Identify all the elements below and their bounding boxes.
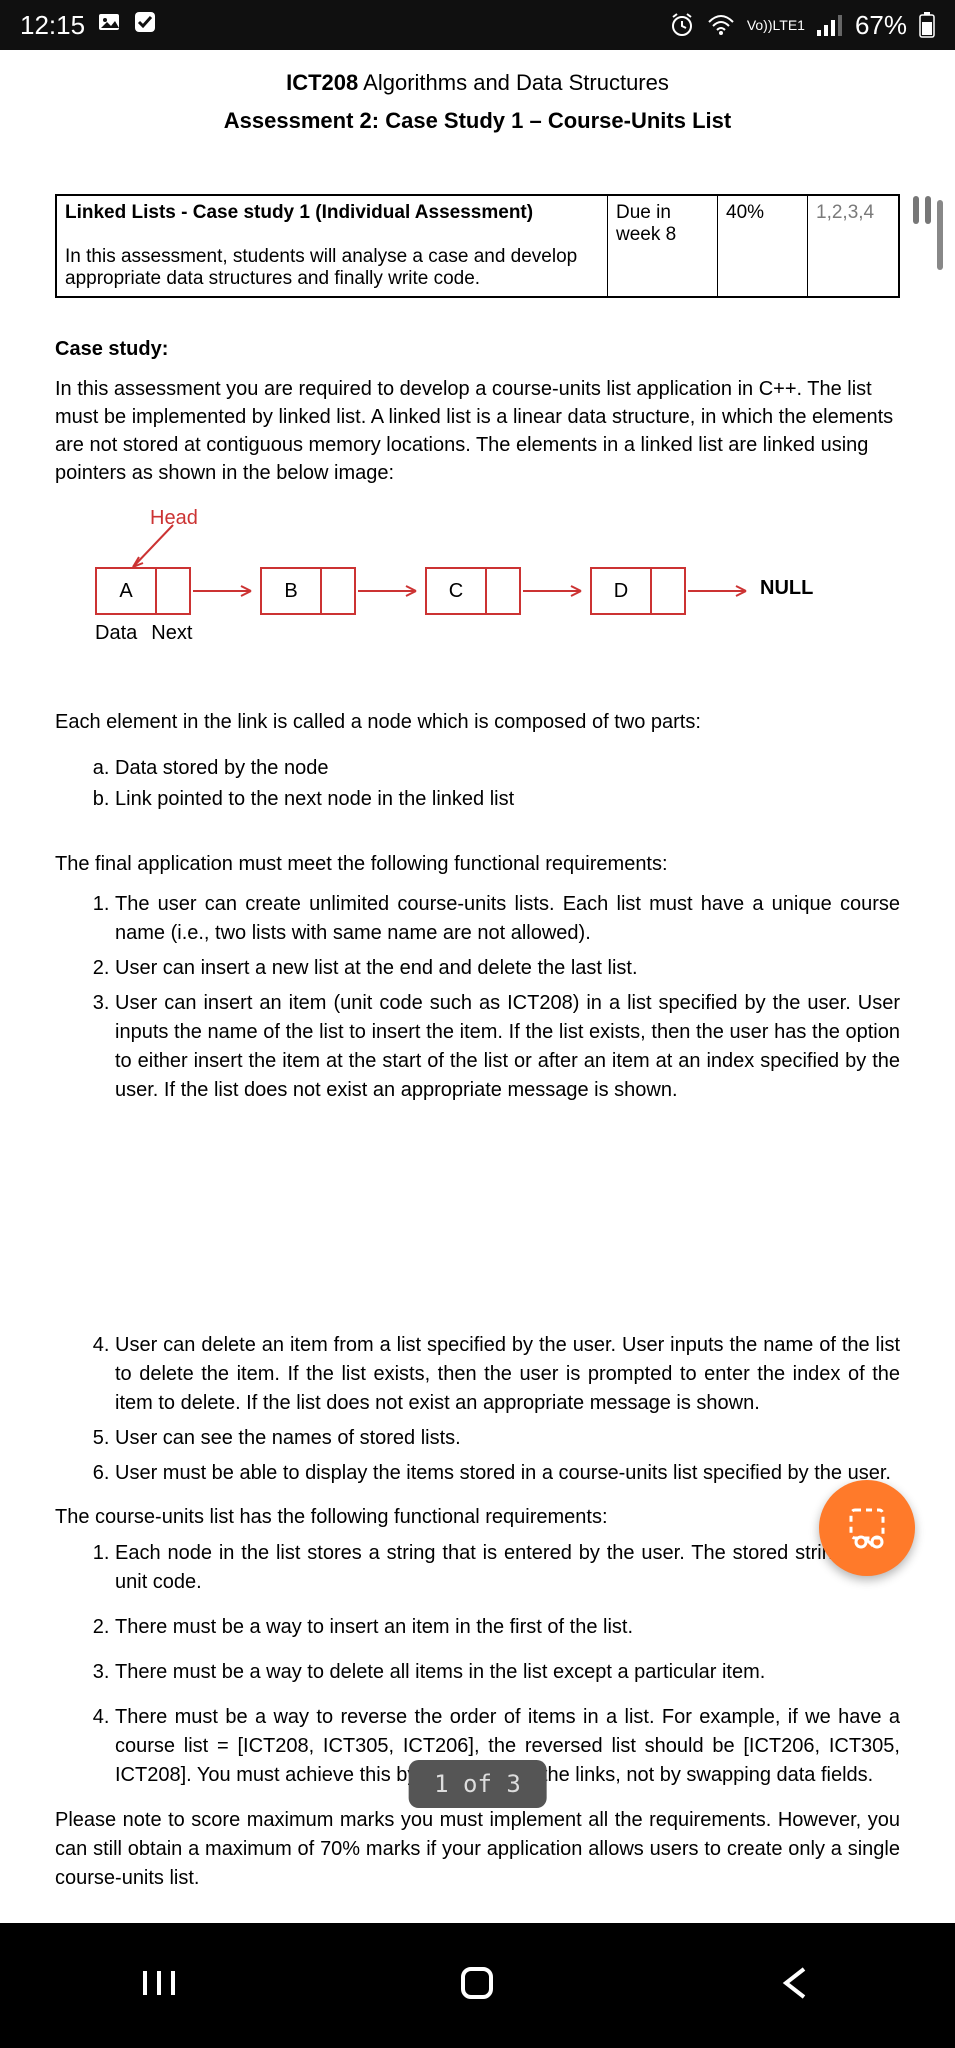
wifi-icon — [707, 14, 735, 36]
list-item: Each node in the list stores a string th… — [115, 1539, 900, 1597]
list-item: Data stored by the node — [115, 753, 900, 784]
assess-cell-weight: 40% — [718, 196, 808, 296]
ll-null-label: NULL — [760, 577, 813, 600]
back-button[interactable] — [776, 1963, 816, 2008]
android-nav-bar — [0, 1923, 955, 2048]
list-item: User can see the names of stored lists. — [115, 1424, 900, 1453]
list-item: User can delete an item from a list spec… — [115, 1331, 900, 1418]
ll-node: B — [260, 567, 356, 615]
clock: 12:15 — [20, 10, 85, 41]
final-note: Please note to score maximum marks you m… — [55, 1806, 900, 1893]
requirements-list: The user can create unlimited course-uni… — [55, 890, 900, 1105]
battery-icon — [919, 12, 935, 38]
alarm-icon — [669, 12, 695, 38]
assess-cell-due: Due in week 8 — [608, 196, 718, 296]
requirements-list-cont: User can delete an item from a list spec… — [55, 1331, 900, 1488]
home-button[interactable] — [457, 1963, 497, 2008]
case-study-text: In this assessment you are required to d… — [55, 375, 900, 487]
assessment-table: Linked Lists - Case study 1 (Individual … — [55, 194, 900, 298]
page-indicator: 1 of 3 — [408, 1760, 547, 1808]
checkbox-icon — [133, 10, 157, 41]
sublist-requirements: Each node in the list stores a string th… — [55, 1539, 900, 1790]
crop-fab-button[interactable] — [819, 1480, 915, 1576]
sublist-intro: The course-units list has the following … — [55, 1506, 900, 1529]
list-item: There must be a way to delete all items … — [115, 1658, 900, 1687]
ll-node: C — [425, 567, 521, 615]
assess-cell-clo: 1,2,3,4 — [808, 196, 898, 296]
network-label: Vo))LTE1 — [747, 18, 805, 32]
tab-indicator — [913, 196, 931, 224]
list-item: User can insert a new list at the end an… — [115, 954, 900, 983]
scroll-indicator[interactable] — [937, 200, 943, 270]
course-title: ICT208 Algorithms and Data Structures — [55, 70, 900, 96]
assessment-title: Assessment 2: Case Study 1 – Course-Unit… — [55, 108, 900, 134]
node-composition-list: Data stored by the node Link pointed to … — [55, 753, 900, 815]
list-item: Link pointed to the next node in the lin… — [115, 784, 900, 815]
signal-icon — [817, 14, 843, 36]
requirements-intro: The final application must meet the foll… — [55, 853, 900, 876]
ll-node: A — [95, 567, 191, 615]
document-viewer[interactable]: ICT208 Algorithms and Data Structures As… — [0, 50, 955, 1893]
status-bar: 12:15 Vo))LTE1 67% — [0, 0, 955, 50]
crop-icon — [841, 1502, 893, 1554]
node-composition-intro: Each element in the link is called a nod… — [55, 707, 900, 737]
ll-part-labels: DataNext — [95, 622, 192, 645]
case-study-heading: Case study: — [55, 338, 900, 361]
list-item: The user can create unlimited course-uni… — [115, 890, 900, 948]
image-icon — [97, 10, 121, 41]
list-item: User can insert an item (unit code such … — [115, 989, 900, 1105]
assess-cell-main: Linked Lists - Case study 1 (Individual … — [57, 196, 608, 296]
linked-list-figure: Head A B C D NULL DataNext — [55, 507, 900, 677]
ll-node: D — [590, 567, 686, 615]
recents-button[interactable] — [139, 1963, 179, 2008]
battery-pct: 67% — [855, 10, 907, 41]
list-item: User must be able to display the items s… — [115, 1459, 900, 1488]
list-item: There must be a way to insert an item in… — [115, 1613, 900, 1642]
